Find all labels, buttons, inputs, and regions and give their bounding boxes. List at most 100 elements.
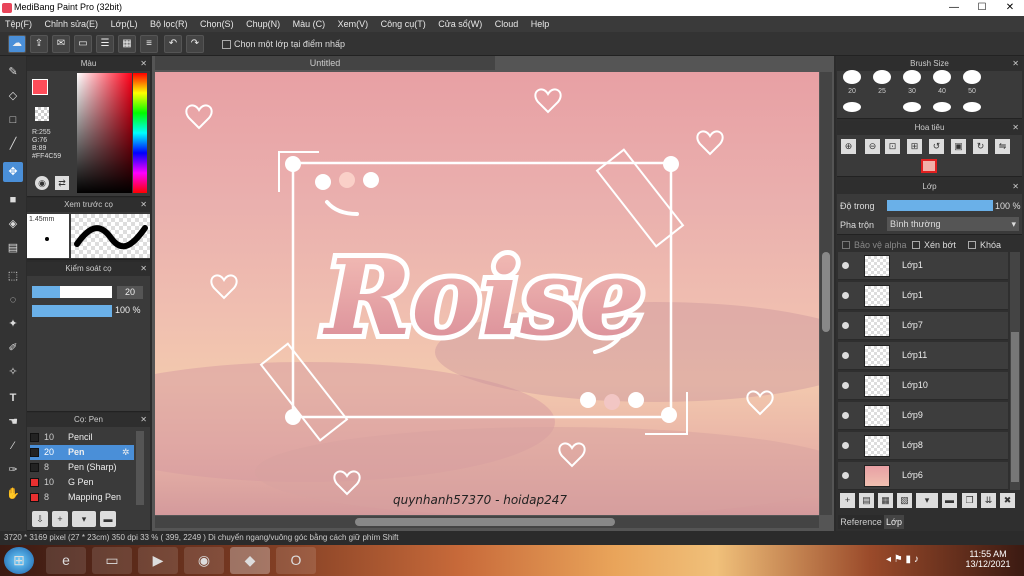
minimize-button[interactable]: — (940, 0, 968, 16)
size-slider[interactable] (32, 286, 112, 298)
operation-tool-icon[interactable]: ☚ (3, 412, 23, 432)
vertical-scrollbar[interactable] (820, 72, 832, 515)
visibility-icon[interactable] (842, 352, 849, 359)
menu-tools[interactable]: Công cụ(T) (376, 16, 431, 32)
pen-item-pen-sharp[interactable]: 8 Pen (Sharp) (30, 460, 134, 475)
dropper2-icon[interactable]: ✑ (3, 460, 23, 480)
layer-opacity-slider[interactable] (887, 200, 993, 211)
tab-reference[interactable]: Reference (838, 515, 884, 529)
select-layer-checkbox[interactable] (222, 40, 231, 49)
tray-icons[interactable]: ◂ ⚑ ▮ ♪ (886, 554, 919, 565)
panel-close-icon[interactable]: ✕ (1012, 180, 1019, 194)
chat-icon[interactable]: ▭ (74, 35, 92, 53)
panel-close-icon[interactable]: ✕ (1012, 57, 1019, 71)
hue-slider[interactable] (133, 73, 147, 193)
panel-close-icon[interactable]: ✕ (140, 57, 147, 71)
layer-row[interactable]: Lớp1 (838, 282, 1008, 310)
redo-icon[interactable]: ↷ (186, 35, 204, 53)
brush-size-dot[interactable] (903, 70, 921, 84)
ie-icon[interactable]: e (46, 547, 86, 574)
protect-alpha-checkbox[interactable] (842, 241, 850, 249)
rotate-right-icon[interactable]: ↻ (973, 139, 988, 154)
list-icon[interactable]: ≡ (140, 35, 158, 53)
new-color-layer-icon[interactable]: ▤ (859, 493, 874, 508)
undo-icon[interactable]: ↶ (164, 35, 182, 53)
visibility-icon[interactable] (842, 292, 849, 299)
add-brush-icon[interactable]: + (52, 511, 68, 527)
brush-size-dot[interactable] (933, 70, 951, 84)
clock[interactable]: 11:55 AM 13/12/2021 (960, 549, 1016, 569)
visibility-icon[interactable] (842, 322, 849, 329)
settings-gear-icon[interactable]: ✲ (122, 445, 130, 460)
menu-view[interactable]: Xem(V) (333, 16, 374, 32)
clipping-checkbox[interactable] (912, 241, 920, 249)
layer-row[interactable]: Lớp6 (838, 462, 1008, 490)
explorer-icon[interactable]: ▭ (92, 547, 132, 574)
visibility-icon[interactable] (842, 412, 849, 419)
panel-close-icon[interactable]: ✕ (140, 198, 147, 212)
visibility-icon[interactable] (842, 442, 849, 449)
page-icon[interactable]: ☰ (96, 35, 114, 53)
merge-layer-icon[interactable]: ⇊ (981, 493, 996, 508)
brush-size-dot[interactable] (843, 102, 861, 112)
grid-icon[interactable]: ▦ (118, 35, 136, 53)
cloud-download-icon[interactable]: ⇩ (32, 511, 48, 527)
visibility-icon[interactable] (842, 262, 849, 269)
select-pen-icon[interactable]: ✐ (3, 338, 23, 358)
bucket-tool-icon[interactable]: ◈ (3, 214, 23, 234)
pen-list-scrollbar[interactable] (136, 431, 144, 505)
layer-row[interactable]: Lớp11 (838, 342, 1008, 370)
panel-close-icon[interactable]: ✕ (1012, 121, 1019, 135)
lasso-tool-icon[interactable]: ◌ (3, 290, 23, 310)
menu-window[interactable]: Cửa sổ(W) (433, 16, 487, 32)
visibility-icon[interactable] (842, 472, 849, 479)
transparent-swatch[interactable] (35, 107, 49, 121)
select-eraser-icon[interactable]: ✧ (3, 362, 23, 382)
share-icon[interactable]: ⇪ (30, 35, 48, 53)
pen-item-g-pen[interactable]: 10 G Pen (30, 475, 134, 490)
rotate-left-icon[interactable]: ↺ (929, 139, 944, 154)
new-8bit-layer-icon[interactable]: ▧ (897, 493, 912, 508)
panel-close-icon[interactable]: ✕ (140, 413, 147, 427)
menu-file[interactable]: Tệp(F) (0, 16, 37, 32)
magic-wand-icon[interactable]: ✦ (3, 314, 23, 334)
brush-menu-icon[interactable]: ▾ (72, 511, 96, 527)
fullscreen-icon[interactable]: ▣ (951, 139, 966, 154)
layer-row[interactable]: Lớp10 (838, 372, 1008, 400)
actual-size-icon[interactable]: ⊞ (907, 139, 922, 154)
lock-checkbox[interactable] (968, 241, 976, 249)
start-button[interactable]: ⊞ (4, 547, 34, 574)
comment-icon[interactable]: ✉ (52, 35, 70, 53)
medibang-icon[interactable]: ◆ (230, 547, 270, 574)
brush-size-dot[interactable] (963, 102, 981, 112)
menu-layer[interactable]: Lớp(L) (106, 16, 143, 32)
hand-tool-icon[interactable]: ✋ (3, 484, 23, 504)
layer-list-scrollbar[interactable] (1010, 252, 1020, 490)
palette-icon[interactable]: ◉ (35, 176, 49, 190)
menu-color[interactable]: Màu (C) (288, 16, 331, 32)
menu-edit[interactable]: Chỉnh sửa(E) (40, 16, 104, 32)
brush-size-dot[interactable] (843, 70, 861, 84)
brush-size-dot[interactable] (963, 70, 981, 84)
blend-mode-select[interactable]: Bình thường ▾ (887, 217, 1019, 231)
horizontal-scrollbar[interactable] (155, 516, 819, 528)
duplicate-layer-icon[interactable]: ❐ (962, 493, 977, 508)
folder-icon[interactable]: ▬ (942, 493, 957, 508)
brush-tool-icon[interactable]: ✎ (3, 62, 23, 82)
size-value[interactable]: 20 (117, 286, 143, 299)
opacity-slider[interactable] (32, 305, 112, 317)
menu-snap[interactable]: Chụp(N) (241, 16, 285, 32)
layer-row[interactable]: Lớp1 (838, 252, 1008, 280)
zoom-in-icon[interactable]: ⊕ (841, 139, 856, 154)
eyedropper-icon[interactable]: ⁄ (3, 436, 23, 456)
line-tool-icon[interactable]: ╱ (3, 134, 23, 154)
menu-filter[interactable]: Bộ lọc(R) (145, 16, 193, 32)
document-canvas[interactable]: Roise quynhanh57370 - hoidap247 (155, 72, 819, 515)
fill-rect-icon[interactable]: ■ (3, 190, 23, 210)
layer-row[interactable]: Lớp7 (838, 312, 1008, 340)
brush-size-dot[interactable] (933, 102, 951, 112)
folder-icon[interactable]: ▬ (100, 511, 116, 527)
canvas-tab[interactable]: Untitled (155, 56, 495, 70)
zoom-out-icon[interactable]: ⊖ (865, 139, 880, 154)
opera-icon[interactable]: O (276, 547, 316, 574)
